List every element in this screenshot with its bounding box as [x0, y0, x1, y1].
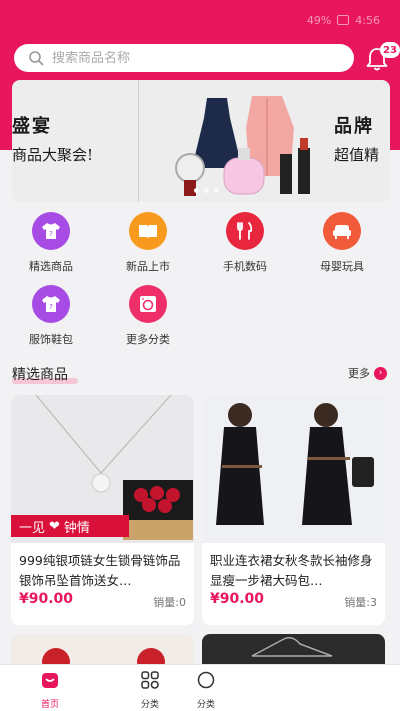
battery-level: 49% — [306, 13, 332, 27]
shirt-icon: ? — [32, 212, 70, 250]
category-digital[interactable]: 手机数码 — [205, 212, 285, 274]
banner-left-text: 盛宴 商品大聚会! — [12, 116, 94, 164]
product-card[interactable]: 职业连衣裙女秋冬款长袖修身显瘦一步裙大码包… ¥90.00 销量:3 — [202, 395, 385, 625]
product-sales: 销量:0 — [153, 596, 186, 609]
status-time: 4:56 — [355, 13, 380, 27]
chevron-right-icon: › — [374, 366, 387, 380]
sofa-icon — [323, 212, 361, 250]
product-image — [202, 395, 385, 543]
banner-dot — [204, 188, 209, 193]
search-input[interactable] — [52, 50, 322, 66]
category-new[interactable]: 新品上市 — [108, 212, 188, 274]
category-more[interactable]: 更多分类 — [108, 285, 188, 347]
search-bar[interactable] — [14, 44, 354, 72]
banner-divider — [138, 80, 139, 202]
bottom-navigation: 首页 分类 分类 — [0, 664, 400, 711]
product-ribbon: 一见 ❤ 钟情 — [11, 515, 129, 537]
product-sales: 销量:3 — [344, 596, 377, 609]
notification-badge: 23 — [380, 42, 400, 58]
nav-home[interactable]: 首页 — [20, 669, 80, 710]
shirt-icon: ? — [32, 285, 70, 323]
category-baby-toys[interactable]: 母婴玩具 — [302, 212, 382, 274]
category-apparel[interactable]: ? 服饰鞋包 — [11, 285, 91, 347]
product-title: 职业连衣裙女秋冬款长袖修身显瘦一步裙大码包… — [210, 553, 373, 588]
fork-knife-icon — [226, 212, 264, 250]
product-price: ¥90.00 — [19, 591, 74, 607]
nav-category[interactable]: 分类 — [120, 669, 180, 710]
search-icon — [29, 51, 44, 66]
more-link[interactable]: 更多 › — [348, 365, 387, 381]
section-title: 精选商品 — [12, 367, 68, 383]
svg-text:?: ? — [49, 230, 53, 238]
washer-icon — [129, 285, 167, 323]
banner-right-text: 品牌 超值精 — [334, 116, 380, 164]
banner-dot — [194, 188, 199, 193]
nav-discover[interactable]: 分类 — [176, 669, 236, 710]
compass-icon — [197, 671, 215, 689]
svg-text:?: ? — [49, 303, 53, 311]
banner-dot — [214, 188, 219, 193]
product-card[interactable]: 一见 ❤ 钟情 999纯银项链女生锁骨链饰品银饰吊坠首饰送女… ¥90.00 销… — [11, 395, 194, 625]
book-icon — [129, 212, 167, 250]
battery-icon — [337, 15, 350, 25]
product-title: 999纯银项链女生锁骨链饰品银饰吊坠首饰送女… — [19, 553, 181, 588]
grid-icon — [141, 671, 159, 689]
promo-banner[interactable]: 盛宴 商品大聚会! 品牌 超值精 — [12, 80, 390, 202]
status-bar: 49% 4:56 — [0, 0, 400, 40]
banner-products-image — [175, 96, 310, 196]
category-featured[interactable]: ? 精选商品 — [11, 212, 91, 274]
banner-pagination — [194, 188, 219, 193]
heart-icon: ❤ — [49, 518, 60, 534]
home-bag-icon — [42, 673, 58, 688]
product-price: ¥90.00 — [210, 591, 265, 607]
